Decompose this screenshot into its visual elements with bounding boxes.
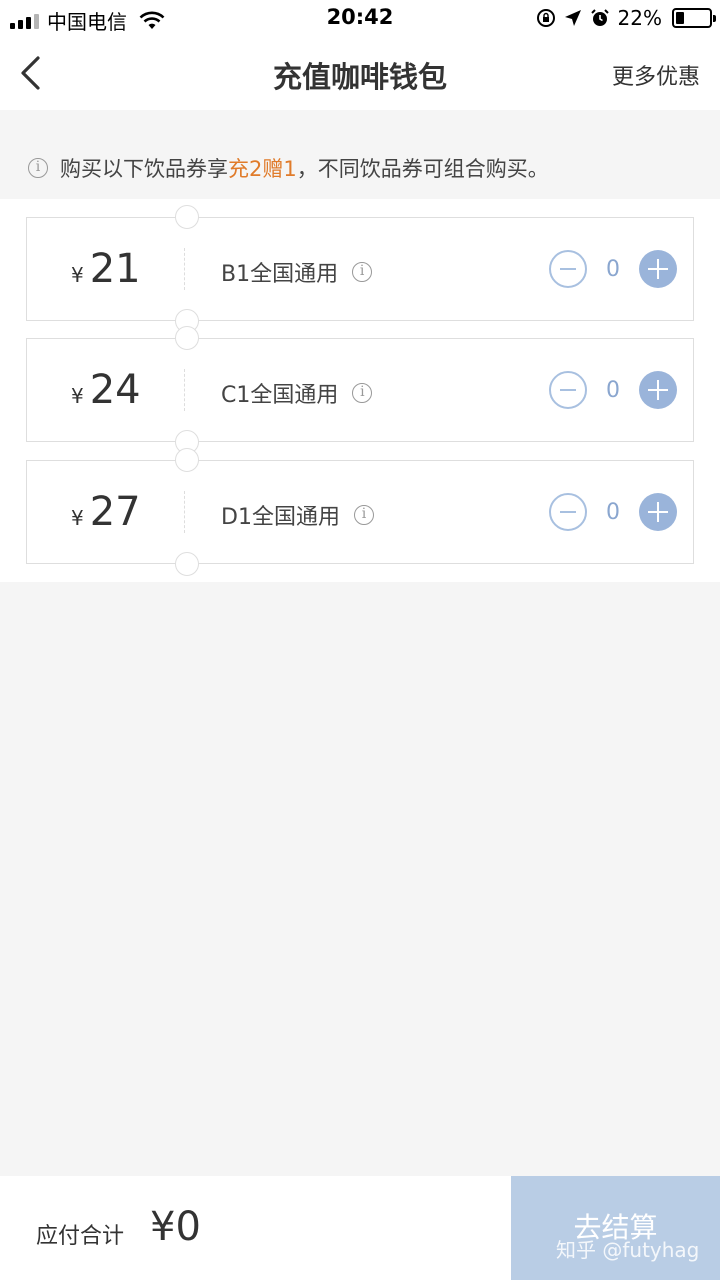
price-amount: 24 (89, 367, 141, 413)
location-icon (564, 10, 581, 26)
info-icon: i (28, 158, 48, 178)
battery-icon (672, 8, 716, 28)
orientation-lock-icon (536, 9, 555, 27)
total-amount: ¥0 (150, 1204, 201, 1250)
coupon-name-label: D1全国通用 (221, 505, 340, 530)
decrease-button[interactable] (549, 371, 587, 409)
watermark: 知乎 @futyhag (556, 1238, 700, 1262)
info-icon[interactable]: i (352, 383, 373, 403)
ticket-notch (175, 552, 199, 576)
info-icon[interactable]: i (352, 262, 373, 282)
notice-suffix: ，不同饮品券可组合购买。 (296, 157, 549, 181)
info-icon[interactable]: i (353, 505, 374, 525)
currency-symbol: ¥ (71, 506, 84, 530)
increase-button[interactable] (639, 371, 677, 409)
ticket-divider (184, 491, 185, 533)
nav-bar: 充值咖啡钱包 更多优惠 (0, 38, 720, 110)
alarm-icon (590, 9, 609, 26)
checkout-bar: 应付合计 ¥0 去结算 (0, 1176, 720, 1280)
coupon-price: ¥ 24 (71, 367, 141, 413)
quantity-stepper: 0 (549, 493, 677, 531)
increase-button[interactable] (639, 493, 677, 531)
coupon-name: D1全国通用 i (221, 499, 374, 531)
notice-highlight: 充2赠1 (228, 157, 297, 181)
decrease-button[interactable] (549, 493, 587, 531)
quantity-value: 0 (606, 499, 620, 525)
status-right: 22% (536, 6, 716, 30)
ticket-notch (175, 326, 199, 350)
ticket-divider (184, 369, 185, 411)
coupon-card: ¥ 21 B1全国通用 i 0 (26, 205, 694, 333)
currency-symbol: ¥ (71, 384, 84, 408)
status-bar: 中国电信 20:42 22% (0, 0, 720, 38)
increase-button[interactable] (639, 250, 677, 288)
promo-notice: i 购买以下饮品券享 充2赠1 ，不同饮品券可组合购买。 (0, 138, 720, 198)
coupon-name: C1全国通用 i (221, 377, 373, 409)
coupon-card: ¥ 27 D1全国通用 i 0 (26, 448, 694, 576)
total-label: 应付合计 (36, 1224, 125, 1249)
coupon-price: ¥ 27 (71, 489, 141, 535)
price-amount: 21 (89, 246, 141, 292)
coupon-name-label: B1全国通用 (221, 262, 339, 287)
decrease-button[interactable] (549, 250, 587, 288)
price-amount: 27 (89, 489, 141, 535)
coupon-list: ¥ 21 B1全国通用 i 0 ¥ 24 C1全国通用 i 0 ¥ 27 D1全… (0, 199, 720, 582)
coupon-name-label: C1全国通用 (221, 383, 339, 408)
quantity-value: 0 (606, 256, 620, 282)
currency-symbol: ¥ (71, 263, 84, 287)
battery-percent: 22% (617, 6, 662, 30)
coupon-price: ¥ 21 (71, 246, 141, 292)
notice-prefix: 购买以下饮品券享 (60, 157, 228, 181)
ticket-notch (175, 448, 199, 472)
quantity-stepper: 0 (549, 250, 677, 288)
coupon-name: B1全国通用 i (221, 256, 373, 288)
ticket-notch (175, 205, 199, 229)
ticket-divider (184, 248, 185, 290)
more-offers-link[interactable]: 更多优惠 (612, 59, 700, 91)
checkout-button[interactable]: 去结算 (511, 1176, 720, 1280)
quantity-stepper: 0 (549, 371, 677, 409)
coupon-card: ¥ 24 C1全国通用 i 0 (26, 326, 694, 454)
quantity-value: 0 (606, 377, 620, 403)
